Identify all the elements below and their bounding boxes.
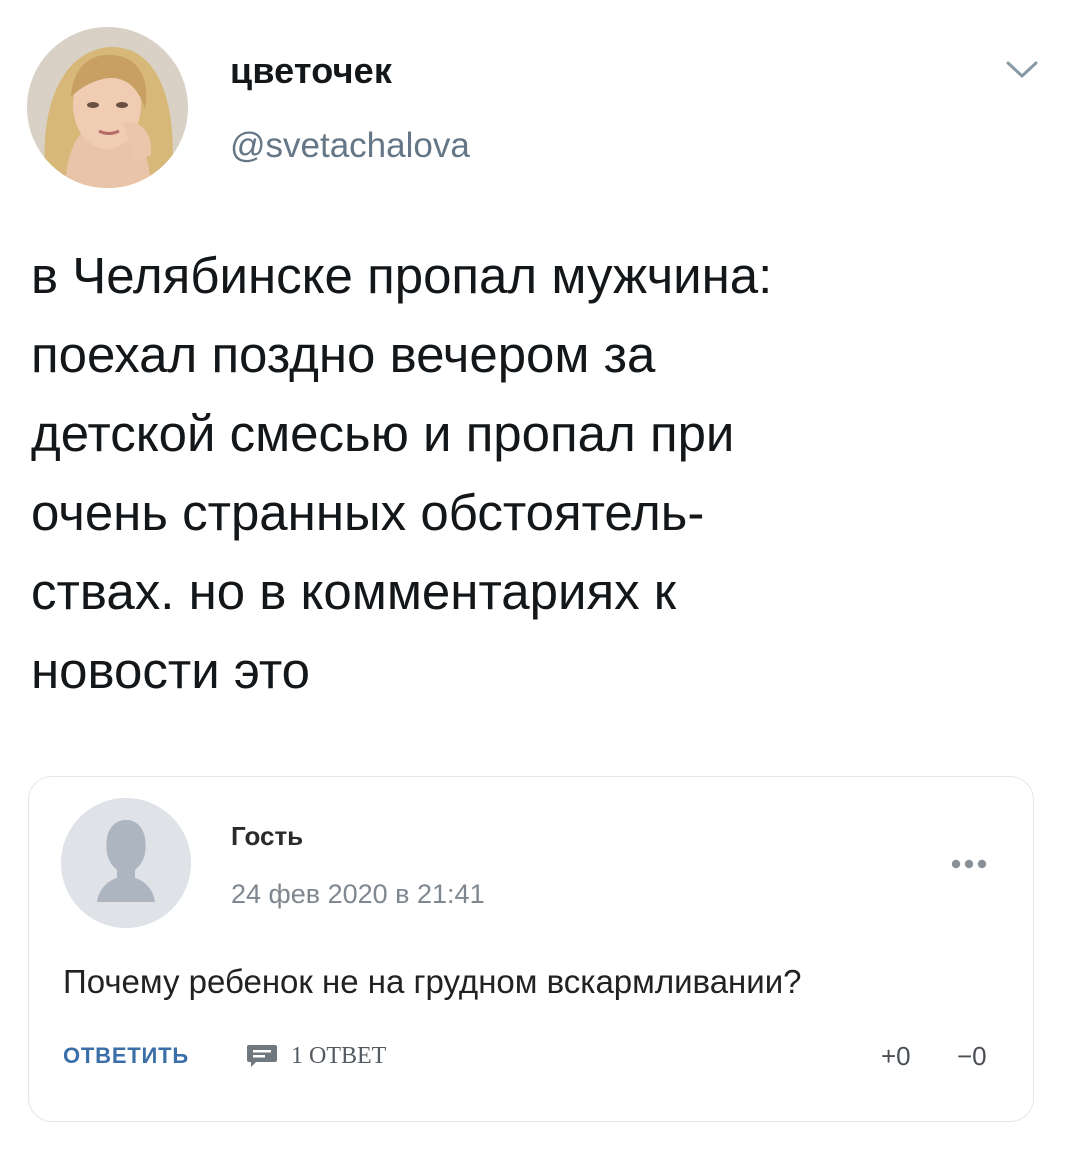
tweet-text: в Челябинске пропал мужчина: поехал позд…	[31, 247, 773, 699]
replies-count-label: 1 ОТВЕТ	[291, 1042, 387, 1069]
display-name[interactable]: цветочек	[230, 50, 392, 92]
comment-text: Почему ребенок не на грудном вскармливан…	[63, 963, 802, 1000]
embedded-comment-card: Гость 24 фев 2020 в 21:41 Почему ребенок…	[28, 776, 1034, 1122]
chevron-down-icon[interactable]	[1003, 56, 1041, 84]
comment-author[interactable]: Гость	[231, 821, 303, 852]
reply-button[interactable]: ОТВЕТИТЬ	[63, 1043, 189, 1069]
downvote-button[interactable]: −0	[957, 1041, 987, 1072]
default-user-silhouette-icon	[61, 798, 191, 928]
user-handle[interactable]: @svetachalova	[230, 126, 470, 166]
avatar[interactable]	[27, 27, 188, 188]
more-dots-icon[interactable]	[950, 857, 988, 871]
replies-count-button[interactable]: 1 ОТВЕТ	[245, 1041, 386, 1071]
comment-avatar[interactable]	[61, 798, 191, 928]
comment-date: 24 фев 2020 в 21:41	[231, 879, 485, 909]
speech-bubble-icon	[245, 1043, 279, 1069]
upvote-button[interactable]: +0	[881, 1041, 911, 1072]
